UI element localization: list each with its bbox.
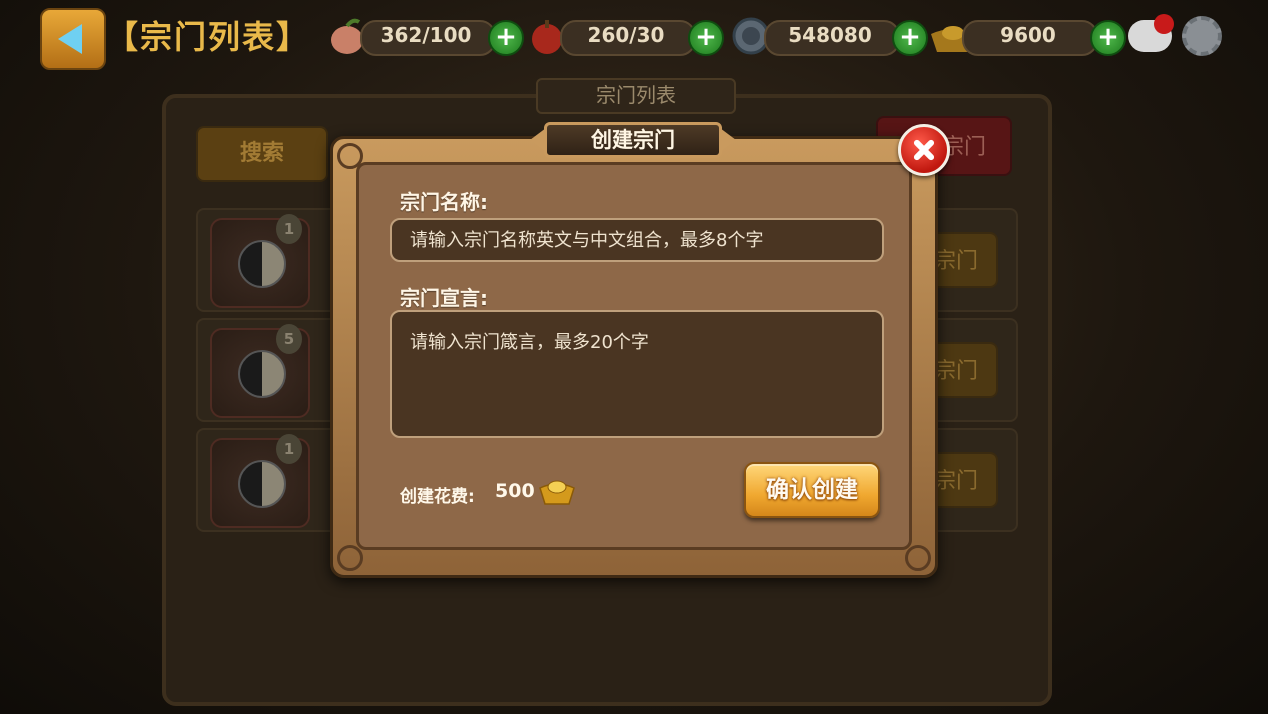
sect-level: 5 (276, 324, 302, 354)
resource-gold-value: 9600 (1000, 23, 1056, 47)
search-button[interactable]: 搜索 (196, 126, 328, 182)
gold-ingot-icon (539, 480, 575, 505)
confirm-create-button[interactable]: 确认创建 (744, 462, 880, 518)
back-button[interactable] (40, 8, 106, 70)
cost-value: 500 (495, 480, 535, 502)
add-peach-button[interactable]: + (488, 20, 524, 56)
panel-title: 宗门列表 (536, 78, 736, 114)
resource-silver: 548080 + (730, 16, 928, 58)
notification-dot (1154, 14, 1174, 34)
back-arrow-icon (58, 24, 82, 54)
gear-icon[interactable] (1182, 16, 1222, 56)
resource-peach: 362/100 + (326, 16, 524, 58)
add-apple-button[interactable]: + (688, 20, 724, 56)
resource-apple: 260/30 + (526, 16, 724, 58)
sect-level: 1 (276, 434, 302, 464)
sect-motto-input[interactable] (390, 310, 884, 438)
add-silver-button[interactable]: + (892, 20, 928, 56)
resource-silver-value: 548080 (788, 23, 872, 47)
sect-name-input[interactable] (390, 218, 884, 262)
resource-peach-value: 362/100 (380, 23, 472, 47)
page-title: 【宗门列表】 (106, 18, 311, 56)
add-gold-button[interactable]: + (1090, 20, 1126, 56)
dialog-title: 创建宗门 (591, 128, 675, 152)
dialog-title-plate: 创建宗门 (530, 122, 736, 160)
sect-motto-label: 宗门宣言: (400, 286, 488, 310)
resource-apple-value: 260/30 (587, 23, 665, 47)
sect-level: 1 (276, 214, 302, 244)
close-button[interactable] (898, 124, 950, 176)
cost-label: 创建花费: (400, 487, 475, 507)
resource-gold: 9600 + (928, 16, 1126, 58)
sect-name-label: 宗门名称: (400, 190, 488, 214)
